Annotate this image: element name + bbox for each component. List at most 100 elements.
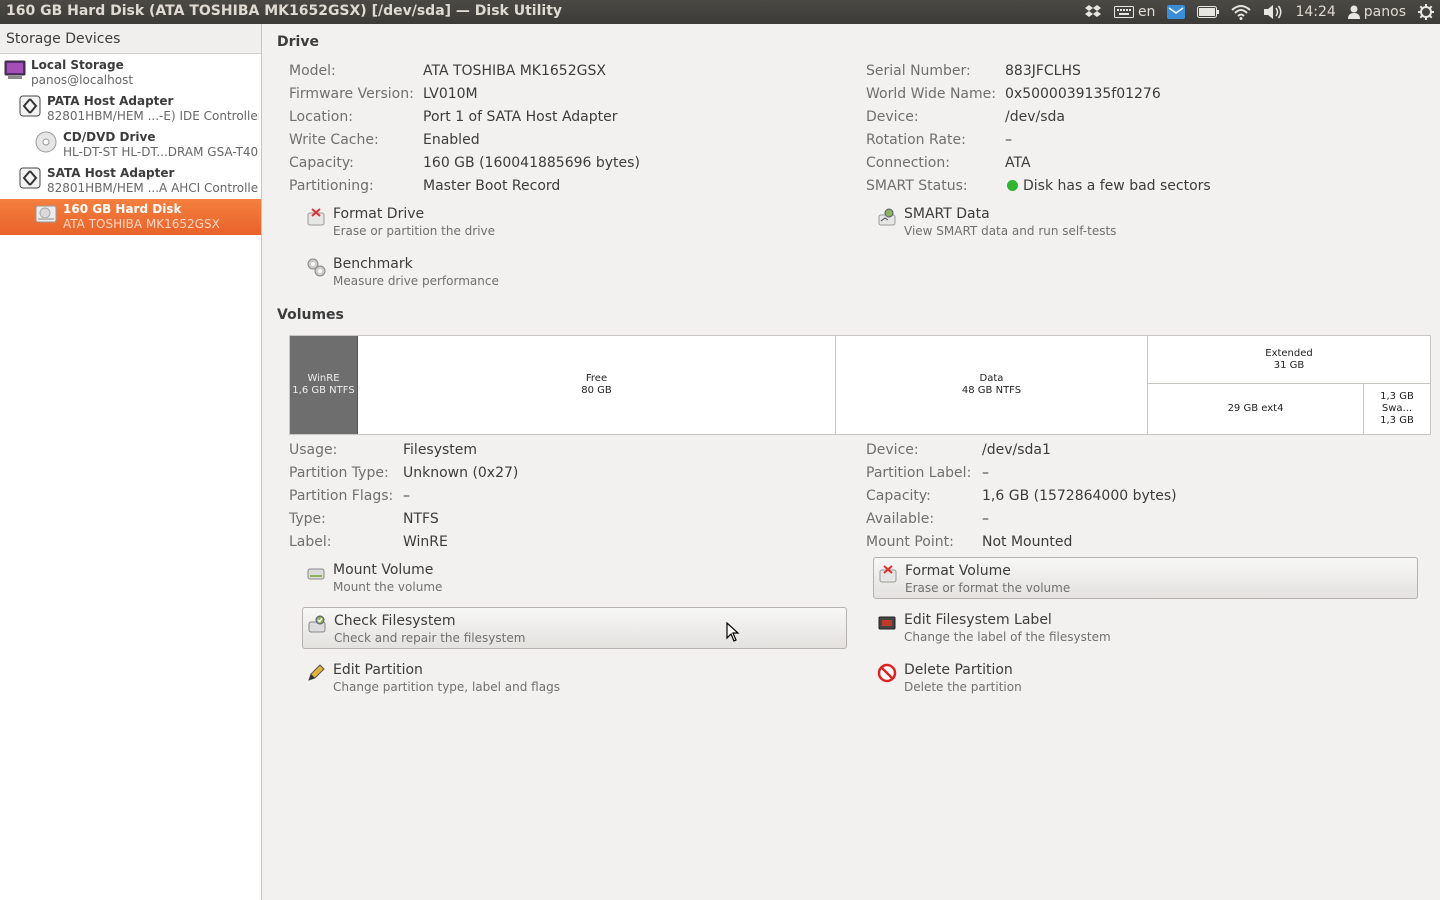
- volume-name: 1,3 GB Swa...: [1380, 391, 1414, 414]
- device-local-storage[interactable]: Local Storage panos@localhost: [0, 55, 261, 91]
- volume-name: WinRE: [307, 373, 340, 384]
- volume-ext4[interactable]: 29 GB ext4: [1148, 384, 1364, 434]
- partition-type-value: Unknown (0x27): [403, 465, 519, 481]
- capacity-label: Capacity:: [289, 155, 354, 171]
- keyboard-indicator[interactable]: en: [1108, 0, 1162, 24]
- check-filesystem-sub: Check and repair the filesystem: [334, 631, 526, 645]
- format-drive-button[interactable]: Format Drive Erase or partition the driv…: [302, 201, 847, 243]
- available-label: Available:: [866, 511, 935, 527]
- clock[interactable]: 14:24: [1289, 0, 1341, 24]
- smart-status-indicator-icon: [1007, 180, 1018, 191]
- write-cache-value: Enabled: [423, 132, 480, 148]
- fs-type-value: NTFS: [403, 511, 439, 527]
- model-value: ATA TOSHIBA MK1652GSX: [423, 63, 606, 79]
- volume-swap[interactable]: 1,3 GB Swa... 1,3 GB: [1364, 384, 1430, 434]
- device-sub: HL-DT-ST HL-DT...DRAM GSA-T40N: [63, 145, 259, 159]
- edit-partition-sub: Change partition type, label and flags: [333, 680, 560, 694]
- window-title: 160 GB Hard Disk (ATA TOSHIBA MK1652GSX)…: [6, 3, 563, 19]
- volume-free[interactable]: Free 80 GB: [358, 336, 836, 434]
- device-160gb-hard-disk[interactable]: 160 GB Hard Disk ATA TOSHIBA MK1652GSX: [0, 199, 261, 235]
- partition-flags-label: Partition Flags:: [289, 488, 394, 504]
- connection-label: Connection:: [866, 155, 950, 171]
- pencil-icon: [306, 663, 326, 683]
- serial-label: Serial Number:: [866, 63, 971, 79]
- vol-capacity-label: Capacity:: [866, 488, 931, 504]
- device-sata-host-adapter[interactable]: SATA Host Adapter 82801HBM/HEM ...A AHCI…: [0, 163, 261, 199]
- benchmark-icon: [306, 257, 326, 277]
- wwn-label: World Wide Name:: [866, 86, 996, 102]
- format-volume-button[interactable]: Format Volume Erase or format the volume: [873, 557, 1418, 599]
- format-drive-icon: [306, 207, 326, 227]
- vol-device-value: /dev/sda1: [982, 442, 1051, 458]
- device-sub: panos@localhost: [31, 73, 134, 87]
- serial-value: 883JFCLHS: [1005, 63, 1081, 79]
- firmware-label: Firmware Version:: [289, 86, 414, 102]
- hard-disk-icon: [35, 203, 59, 227]
- volume-detail: 29 GB ext4: [1227, 403, 1284, 414]
- device-cd-dvd-drive[interactable]: CD/DVD Drive HL-DT-ST HL-DT...DRAM GSA-T…: [0, 127, 261, 163]
- power-gear-icon[interactable]: [1412, 0, 1440, 24]
- volume-detail: 1,6 GB NTFS: [292, 385, 355, 396]
- smart-data-button[interactable]: SMART Data View SMART data and run self-…: [873, 201, 1418, 243]
- check-filesystem-title: Check Filesystem: [334, 613, 456, 629]
- device-sub: 82801HBM/HEM ...A AHCI Controller: [47, 181, 259, 195]
- model-label: Model:: [289, 63, 336, 79]
- mount-volume-button[interactable]: Mount Volume Mount the volume: [302, 557, 847, 599]
- device-pata-host-adapter[interactable]: PATA Host Adapter 82801HBM/HEM ...-E) ID…: [0, 91, 261, 127]
- storage-devices-sidebar: Storage Devices Local Storage panos@loca…: [0, 24, 262, 900]
- mouse-cursor-icon: [726, 621, 740, 646]
- partitioning-label: Partitioning:: [289, 178, 374, 194]
- dropbox-icon[interactable]: [1078, 0, 1108, 24]
- mount-volume-title: Mount Volume: [333, 562, 434, 578]
- user-icon: [1347, 5, 1360, 19]
- volume-icon[interactable]: [1257, 0, 1289, 24]
- user-menu[interactable]: panos: [1342, 0, 1412, 24]
- device-name: CD/DVD Drive: [63, 130, 156, 144]
- mount-point-value: Not Mounted: [982, 534, 1073, 550]
- rotation-label: Rotation Rate:: [866, 132, 966, 148]
- volume-detail: 48 GB NTFS: [961, 385, 1022, 396]
- smart-status-value: Disk has a few bad sectors: [1023, 178, 1211, 194]
- top-panel: 160 GB Hard Disk (ATA TOSHIBA MK1652GSX)…: [0, 0, 1440, 24]
- volume-name: Data: [979, 373, 1004, 384]
- rotation-value: –: [1005, 132, 1012, 148]
- benchmark-sub: Measure drive performance: [333, 274, 499, 288]
- format-drive-title: Format Drive: [333, 206, 425, 222]
- computer-icon: [4, 59, 28, 83]
- volume-winre[interactable]: WinRE 1,6 GB NTFS: [290, 336, 358, 434]
- edit-partition-title: Edit Partition: [333, 662, 423, 678]
- format-volume-title: Format Volume: [905, 563, 1011, 579]
- host-adapter-icon: [19, 95, 43, 119]
- edit-filesystem-label-button[interactable]: Edit Filesystem Label Change the label o…: [873, 607, 1418, 649]
- format-drive-sub: Erase or partition the drive: [333, 224, 496, 238]
- battery-icon[interactable]: [1191, 0, 1225, 24]
- device-name: Local Storage: [31, 58, 124, 72]
- volume-detail: 31 GB: [1273, 359, 1305, 371]
- usage-label: Usage:: [289, 442, 338, 458]
- volume-name: Extended: [1265, 347, 1313, 359]
- mail-icon[interactable]: [1161, 0, 1191, 24]
- delete-partition-button[interactable]: Delete Partition Delete the partition: [873, 657, 1418, 699]
- partition-type-label: Partition Type:: [289, 465, 389, 481]
- volume-name: Free: [585, 373, 608, 384]
- edit-label-icon: [877, 613, 897, 633]
- device-sub: ATA TOSHIBA MK1652GSX: [63, 217, 220, 231]
- benchmark-button[interactable]: Benchmark Measure drive performance: [302, 251, 847, 293]
- optical-drive-icon: [35, 131, 59, 155]
- check-filesystem-button[interactable]: Check Filesystem Check and repair the fi…: [302, 607, 847, 649]
- edit-label-title: Edit Filesystem Label: [904, 612, 1052, 628]
- volume-extended[interactable]: Extended 31 GB: [1148, 336, 1430, 384]
- device-name: PATA Host Adapter: [47, 94, 174, 108]
- partition-label-value: –: [982, 465, 989, 481]
- mount-volume-sub: Mount the volume: [333, 580, 443, 594]
- edit-partition-button[interactable]: Edit Partition Change partition type, la…: [302, 657, 847, 699]
- format-volume-sub: Erase or format the volume: [905, 581, 1071, 595]
- smart-data-icon: [877, 207, 897, 227]
- mount-point-label: Mount Point:: [866, 534, 954, 550]
- volume-detail: 1,3 GB: [1380, 415, 1414, 426]
- write-cache-label: Write Cache:: [289, 132, 379, 148]
- volume-detail: 80 GB: [581, 385, 612, 396]
- delete-icon: [877, 663, 897, 683]
- volume-data[interactable]: Data 48 GB NTFS: [836, 336, 1148, 434]
- wifi-icon[interactable]: [1225, 0, 1257, 24]
